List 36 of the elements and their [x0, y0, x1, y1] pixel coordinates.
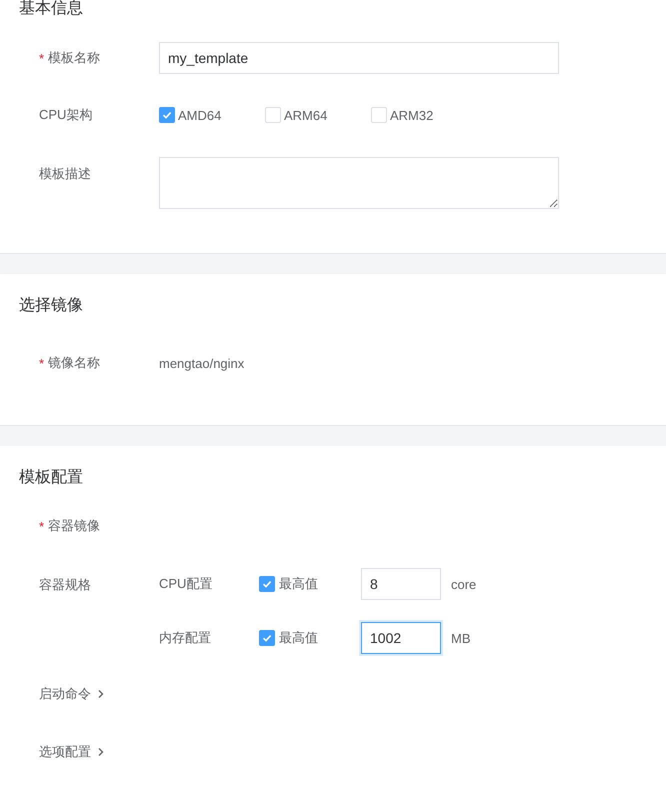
checkbox[interactable] — [259, 630, 275, 646]
field-value: mengtao/nginx — [159, 356, 244, 370]
required-mark: * — [39, 50, 44, 66]
field-label: 模板描述 — [39, 165, 91, 183]
checkbox-label: 最高值 — [279, 575, 318, 593]
check-icon — [162, 110, 172, 120]
textarea-field[interactable] — [159, 157, 559, 209]
collapse-toggle[interactable]: 启动命令 — [39, 685, 105, 703]
checkbox-label: 最高值 — [279, 629, 318, 647]
required-mark: * — [39, 356, 44, 370]
input-field[interactable]: 8 — [361, 568, 441, 600]
unit-label: MB — [451, 630, 470, 646]
collapse-toggle[interactable]: 选项配置 — [39, 743, 105, 761]
check-icon — [262, 579, 272, 589]
checkbox[interactable] — [159, 107, 175, 123]
field-label: 内存配置 — [159, 629, 212, 647]
checkbox-label: ARM64 — [284, 108, 328, 122]
checkbox-label: ARM32 — [390, 108, 434, 122]
section-title: 模板配置 — [18, 469, 84, 487]
chevron-icon — [97, 747, 105, 757]
input-field[interactable]: my_template — [159, 42, 559, 74]
field-label: 模板名称 — [48, 49, 100, 67]
unit-label: core — [451, 576, 476, 592]
check-icon — [262, 633, 272, 643]
checkbox[interactable] — [259, 576, 275, 592]
checkbox-label: AMD64 — [178, 108, 222, 122]
field-label: CPU配置 — [159, 575, 214, 593]
section-title: 基本信息 — [18, 0, 84, 18]
field-label: 镜像名称 — [48, 354, 100, 372]
field-label: CPU架构 — [39, 106, 92, 124]
section-title: 选择镜像 — [18, 297, 84, 315]
required-mark: * — [39, 518, 44, 534]
input-field[interactable]: 1002 — [361, 622, 441, 654]
chevron-icon — [97, 689, 105, 699]
field-label: 容器规格 — [39, 576, 91, 594]
field-label: 容器镜像 — [48, 517, 100, 535]
